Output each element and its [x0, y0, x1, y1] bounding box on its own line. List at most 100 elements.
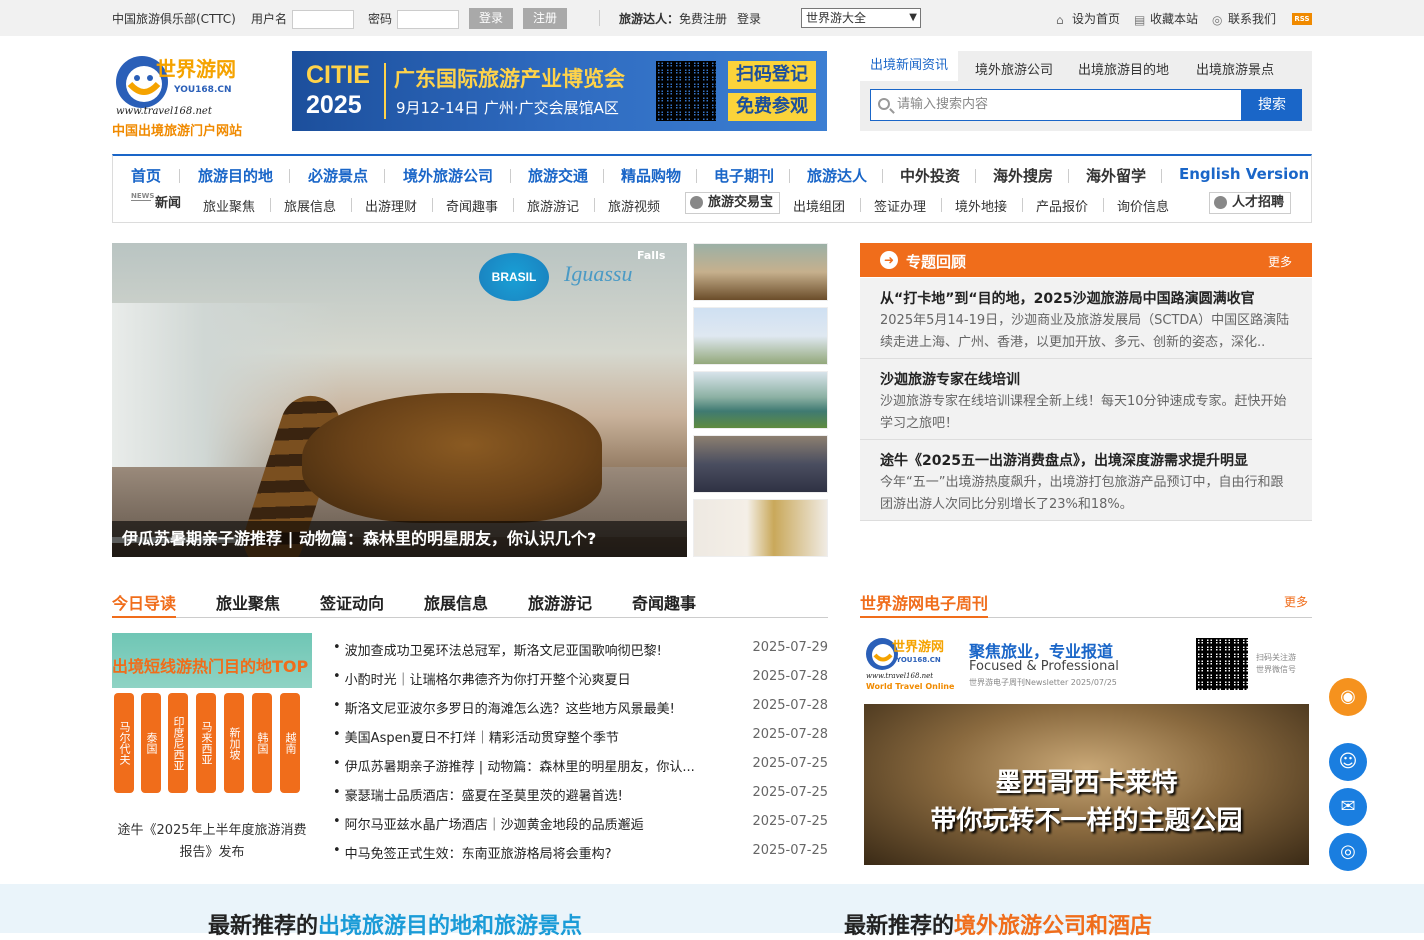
subnav-visa[interactable]: 签证办理 — [874, 196, 926, 215]
news-list-item[interactable]: • 斯洛文尼亚波尔多罗日的海滩怎么选？这些地方风景最美! 2025-07-28 — [333, 698, 828, 726]
weibo-icon[interactable]: ◎ — [1329, 833, 1367, 871]
nav-housing[interactable]: 海外搜房 — [993, 165, 1053, 186]
topic-title[interactable]: 途牛《2025五一出游消费盘点》，出境深度游需求提升明显 — [880, 450, 1292, 470]
news-title[interactable]: 波加查成功卫冕环法总冠军，斯洛文尼亚国歌响彻巴黎! — [345, 640, 735, 659]
tab-industry[interactable]: 旅业聚焦 — [216, 590, 280, 614]
topic-desc: 沙迦旅游专家在线培训课程全新上线！每天10分钟速成专家。赶快开始学习之旅吧！ — [880, 394, 1287, 431]
search-tab-destinations[interactable]: 出境旅游目的地 — [1078, 59, 1169, 78]
subnav-finance[interactable]: 出游理财 — [365, 196, 417, 215]
news-title[interactable]: 美国Aspen夏日不打烊｜精彩活动贯穿整个季节 — [345, 727, 735, 746]
expert-login-link[interactable]: 登录 — [737, 10, 761, 27]
topics-title: 专题回顾 — [906, 253, 967, 271]
slide-thumb-5[interactable] — [693, 499, 828, 557]
news-list-item[interactable]: • 伊瓜苏暑期亲子游推荐 | 动物篇：森林里的明星朋友，你认... 2025-07-… — [333, 756, 828, 784]
news-title[interactable]: 阿尔马亚兹水晶广场酒店｜沙迦黄金地段的品质邂逅 — [345, 814, 735, 833]
banner-brand: CITIE — [306, 61, 370, 89]
subnav-divider — [351, 198, 352, 212]
news-title[interactable]: 斯洛文尼亚波尔多罗日的海滩怎么选？这些地方风景最美! — [345, 698, 735, 717]
nav-transport[interactable]: 旅游交通 — [528, 165, 588, 186]
feature-bar: 越南 — [280, 693, 300, 793]
slide-thumb-1[interactable] — [693, 243, 828, 301]
tab-today[interactable]: 今日导读 — [112, 590, 177, 618]
nav-study-abroad[interactable]: 海外留学 — [1086, 165, 1146, 186]
qq-icon[interactable]: ☺ — [1329, 743, 1367, 781]
expert-register-link[interactable]: 免费注册 — [679, 10, 727, 27]
tab-expo[interactable]: 旅展信息 — [424, 590, 488, 614]
weekly-more-link[interactable]: 更多 — [1284, 593, 1308, 610]
feature-image[interactable]: 出境短线游热门目的地TOP 马尔代夫 泰国 印度尼西亚 马来西亚 新加坡 韩国 … — [112, 633, 312, 817]
search-tab-attractions[interactable]: 出境旅游景点 — [1196, 59, 1274, 78]
wechat-icon[interactable]: ✉ — [1329, 788, 1367, 826]
weekly-title[interactable]: 世界游网电子周刊 — [860, 590, 989, 618]
weekly-logo-url: www.travel168.net — [866, 672, 933, 680]
nav-english[interactable]: English Version — [1179, 165, 1309, 183]
news-list-item[interactable]: • 波加查成功卫冕环法总冠军，斯洛文尼亚国歌响彻巴黎! 2025-07-29 — [333, 640, 828, 668]
nav-companies[interactable]: 境外旅游公司 — [403, 165, 493, 186]
topic-item[interactable]: 途牛《2025五一出游消费盘点》，出境深度游需求提升明显 今年“五一”出境游热度… — [860, 440, 1312, 521]
site-select[interactable]: 世界游大全 ▼ — [801, 8, 921, 28]
tab-oddities[interactable]: 奇闻趣事 — [632, 590, 696, 614]
news-list-item[interactable]: • 小酌时光｜让瑞格尔弗德齐为你打开整个沁爽夏日 2025-07-28 — [333, 669, 828, 697]
bookmark-link[interactable]: ▤ 收藏本站 — [1134, 10, 1198, 27]
topic-title[interactable]: 从“打卡地”到“目的地，2025沙迦旅游局中国路演圆满收官 — [880, 288, 1292, 308]
subnav-travelogue[interactable]: 旅游游记 — [527, 196, 579, 215]
nav-experts[interactable]: 旅游达人 — [807, 165, 867, 186]
nav-investment[interactable]: 中外投资 — [900, 165, 960, 186]
slide-thumb-3[interactable] — [693, 371, 828, 429]
login-button[interactable]: 登录 — [469, 8, 513, 29]
hero-caption[interactable]: 伊瓜苏暑期亲子游推荐 | 动物篇：森林里的明星朋友，你认识几个? — [112, 521, 687, 557]
news-title[interactable]: 小酌时光｜让瑞格尔弗德齐为你打开整个沁爽夏日 — [345, 669, 735, 688]
news-title[interactable]: 中马免签正式生效：东南亚旅游格局将会重构? — [345, 843, 735, 862]
search-tab-news[interactable]: 出境新闻资讯 — [860, 51, 959, 81]
feature-caption[interactable]: 途牛《2025年上半年度旅游消费报告》发布 — [112, 820, 312, 864]
news-list-item[interactable]: • 豪瑟瑞士品质酒店：盛夏在圣莫里茨的避暑首选! 2025-07-25 — [333, 785, 828, 813]
trade-box[interactable]: 旅游交易宝 — [685, 192, 781, 214]
footprint-icon[interactable]: ◉ — [1329, 678, 1367, 716]
topic-title[interactable]: 沙迦旅游专家在线培训 — [880, 369, 1292, 389]
password-input[interactable] — [397, 10, 459, 29]
nav-ejournal[interactable]: 电子期刊 — [714, 165, 774, 186]
tab-travelogue[interactable]: 旅游游记 — [528, 590, 592, 614]
topic-item[interactable]: 沙迦旅游专家在线培训 沙迦旅游专家在线培训课程全新上线！每天10分钟速成专家。赶… — [860, 359, 1312, 440]
subnav-ground[interactable]: 境外地接 — [955, 196, 1007, 215]
subnav-oddities[interactable]: 奇闻趣事 — [446, 196, 498, 215]
arrow-right-icon: ➜ — [880, 251, 898, 269]
subnav-expo[interactable]: 旅展信息 — [284, 196, 336, 215]
news-title[interactable]: 豪瑟瑞士品质酒店：盛夏在圣莫里茨的避暑首选! — [345, 785, 735, 804]
club-link[interactable]: 中国旅游俱乐部(CTTC) — [112, 10, 236, 27]
topic-item[interactable]: 从“打卡地”到“目的地，2025沙迦旅游局中国路演圆满收官 2025年5月14-… — [860, 278, 1312, 359]
username-input[interactable] — [292, 10, 354, 29]
qr-text-line: 世界微信号 — [1256, 665, 1296, 674]
expo-banner[interactable]: CITIE 2025 广东国际旅游产业博览会 9月12-14日 广州·广交会展馆… — [292, 51, 827, 131]
search-tab-companies[interactable]: 境外旅游公司 — [975, 59, 1053, 78]
news-title[interactable]: 伊瓜苏暑期亲子游推荐 | 动物篇：森林里的明星朋友，你认... — [345, 756, 735, 775]
subnav-quotes[interactable]: 产品报价 — [1036, 196, 1088, 215]
rss-icon[interactable]: RSS — [1292, 13, 1312, 25]
slide-thumb-4[interactable] — [693, 435, 828, 493]
register-button[interactable]: 注册 — [523, 8, 567, 29]
tab-visa[interactable]: 签证动向 — [320, 590, 384, 614]
set-home-link[interactable]: ⌂ 设为首页 — [1056, 10, 1120, 27]
search-input[interactable]: 请输入搜索内容 — [870, 89, 1242, 121]
recommend-highlight: 出境旅游目的地和旅游景点 — [318, 914, 583, 939]
news-list-item[interactable]: • 中马免签正式生效：东南亚旅游格局将会重构? 2025-07-25 — [333, 843, 828, 871]
slide-thumb-2[interactable] — [693, 307, 828, 365]
nav-shopping[interactable]: 精品购物 — [621, 165, 681, 186]
subnav-groups[interactable]: 出境组团 — [793, 196, 845, 215]
news-list-item[interactable]: • 美国Aspen夏日不打烊｜精彩活动贯穿整个季节 2025-07-28 — [333, 727, 828, 755]
search-button[interactable]: 搜索 — [1242, 89, 1302, 121]
nav-attractions[interactable]: 必游景点 — [308, 165, 368, 186]
contact-link[interactable]: ◎ 联系我们 — [1212, 10, 1276, 27]
weekly-logo: 世界游网 YOU168.CN www.travel168.net World T… — [864, 634, 964, 694]
qr-text-line: 扫码关注游 — [1256, 653, 1296, 662]
nav-home[interactable]: 首页 — [131, 165, 161, 186]
topics-more-link[interactable]: 更多 — [1268, 253, 1292, 270]
nav-destinations[interactable]: 旅游目的地 — [198, 165, 273, 186]
jobs-box[interactable]: 人才招聘 — [1209, 192, 1292, 214]
subnav-industry[interactable]: 旅业聚焦 — [203, 196, 255, 215]
subnav-video[interactable]: 旅游视频 — [608, 196, 660, 215]
weekly-banner[interactable]: 墨西哥西卡莱特 带你玩转不一样的主题公园 — [864, 704, 1309, 865]
subnav-inquiry[interactable]: 询价信息 — [1117, 196, 1169, 215]
hero-slideshow[interactable]: BRASIL Iguassu Falls 伊瓜苏暑期亲子游推荐 | 动物篇：森林… — [112, 243, 687, 557]
news-list-item[interactable]: • 阿尔马亚兹水晶广场酒店｜沙迦黄金地段的品质邂逅 2025-07-25 — [333, 814, 828, 842]
